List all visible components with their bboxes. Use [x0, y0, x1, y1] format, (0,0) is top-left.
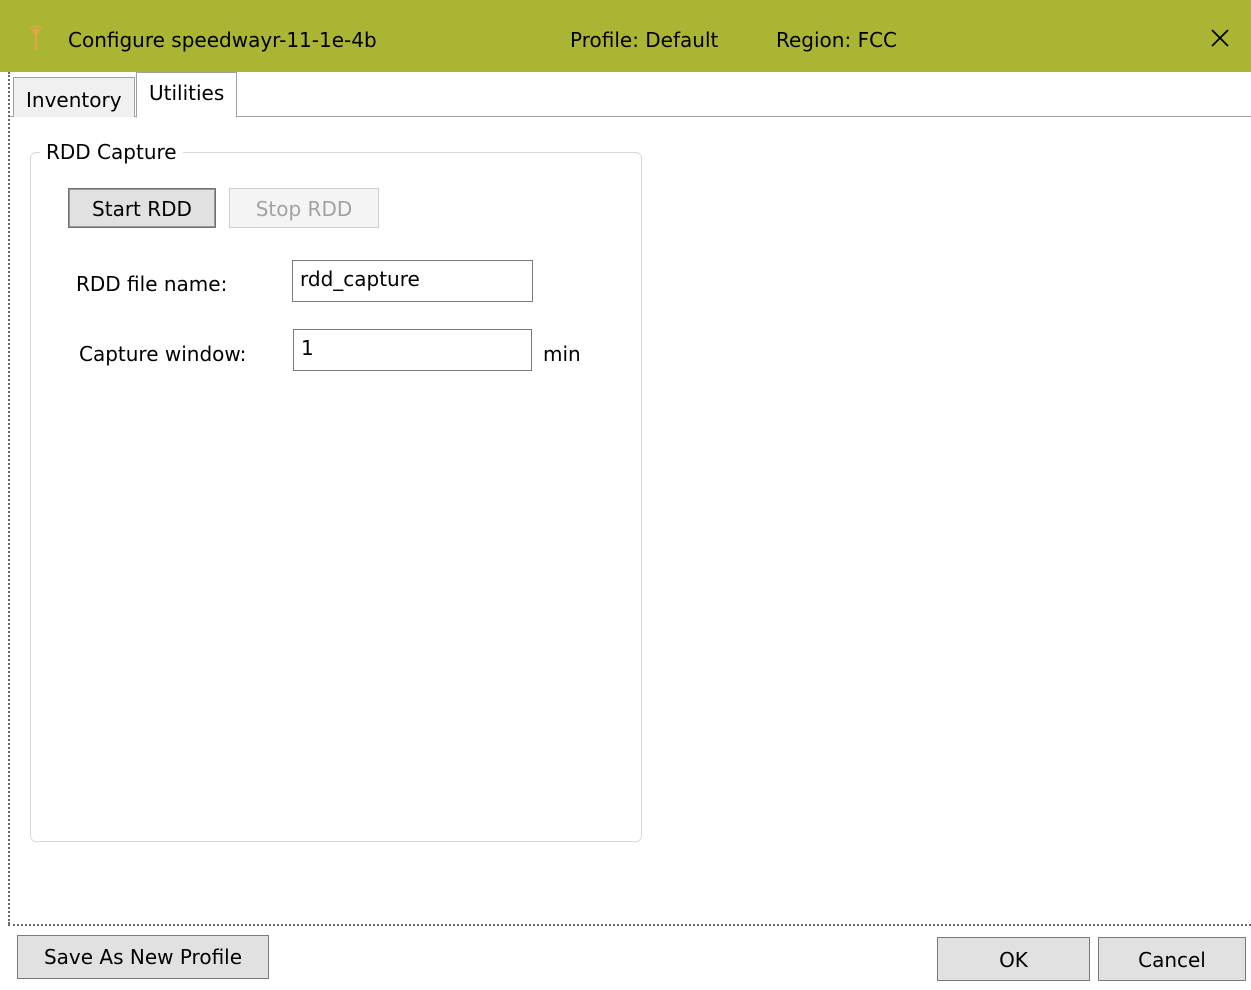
- rdd-file-name-label: RDD file name:: [76, 272, 228, 296]
- rdd-capture-group-label: RDD Capture: [40, 140, 183, 164]
- rdd-file-name-input[interactable]: rdd_capture: [292, 260, 533, 302]
- stop-rdd-button[interactable]: Stop RDD: [229, 188, 379, 228]
- antenna-icon: [29, 26, 43, 50]
- cancel-button[interactable]: Cancel: [1098, 937, 1246, 981]
- capture-window-label: Capture window:: [79, 342, 247, 366]
- close-icon[interactable]: [1207, 25, 1233, 51]
- title-bar: Configure speedwayr-11-1e-4b Profile: De…: [0, 0, 1251, 72]
- rdd-capture-group: [30, 152, 642, 842]
- profile-indicator: Profile: Default: [570, 28, 719, 52]
- capture-window-unit: min: [543, 342, 581, 366]
- region-indicator: Region: FCC: [776, 28, 897, 52]
- ok-button[interactable]: OK: [937, 937, 1090, 981]
- save-as-new-profile-button[interactable]: Save As New Profile: [17, 935, 269, 979]
- window-frame-bottom: [8, 924, 1251, 926]
- start-rdd-button[interactable]: Start RDD: [68, 188, 216, 228]
- tab-utilities[interactable]: Utilities: [136, 72, 238, 118]
- tab-inventory[interactable]: Inventory: [13, 77, 135, 117]
- capture-window-input[interactable]: 1: [293, 329, 532, 371]
- window-frame-left: [8, 72, 10, 924]
- window-title: Configure speedwayr-11-1e-4b: [68, 28, 377, 52]
